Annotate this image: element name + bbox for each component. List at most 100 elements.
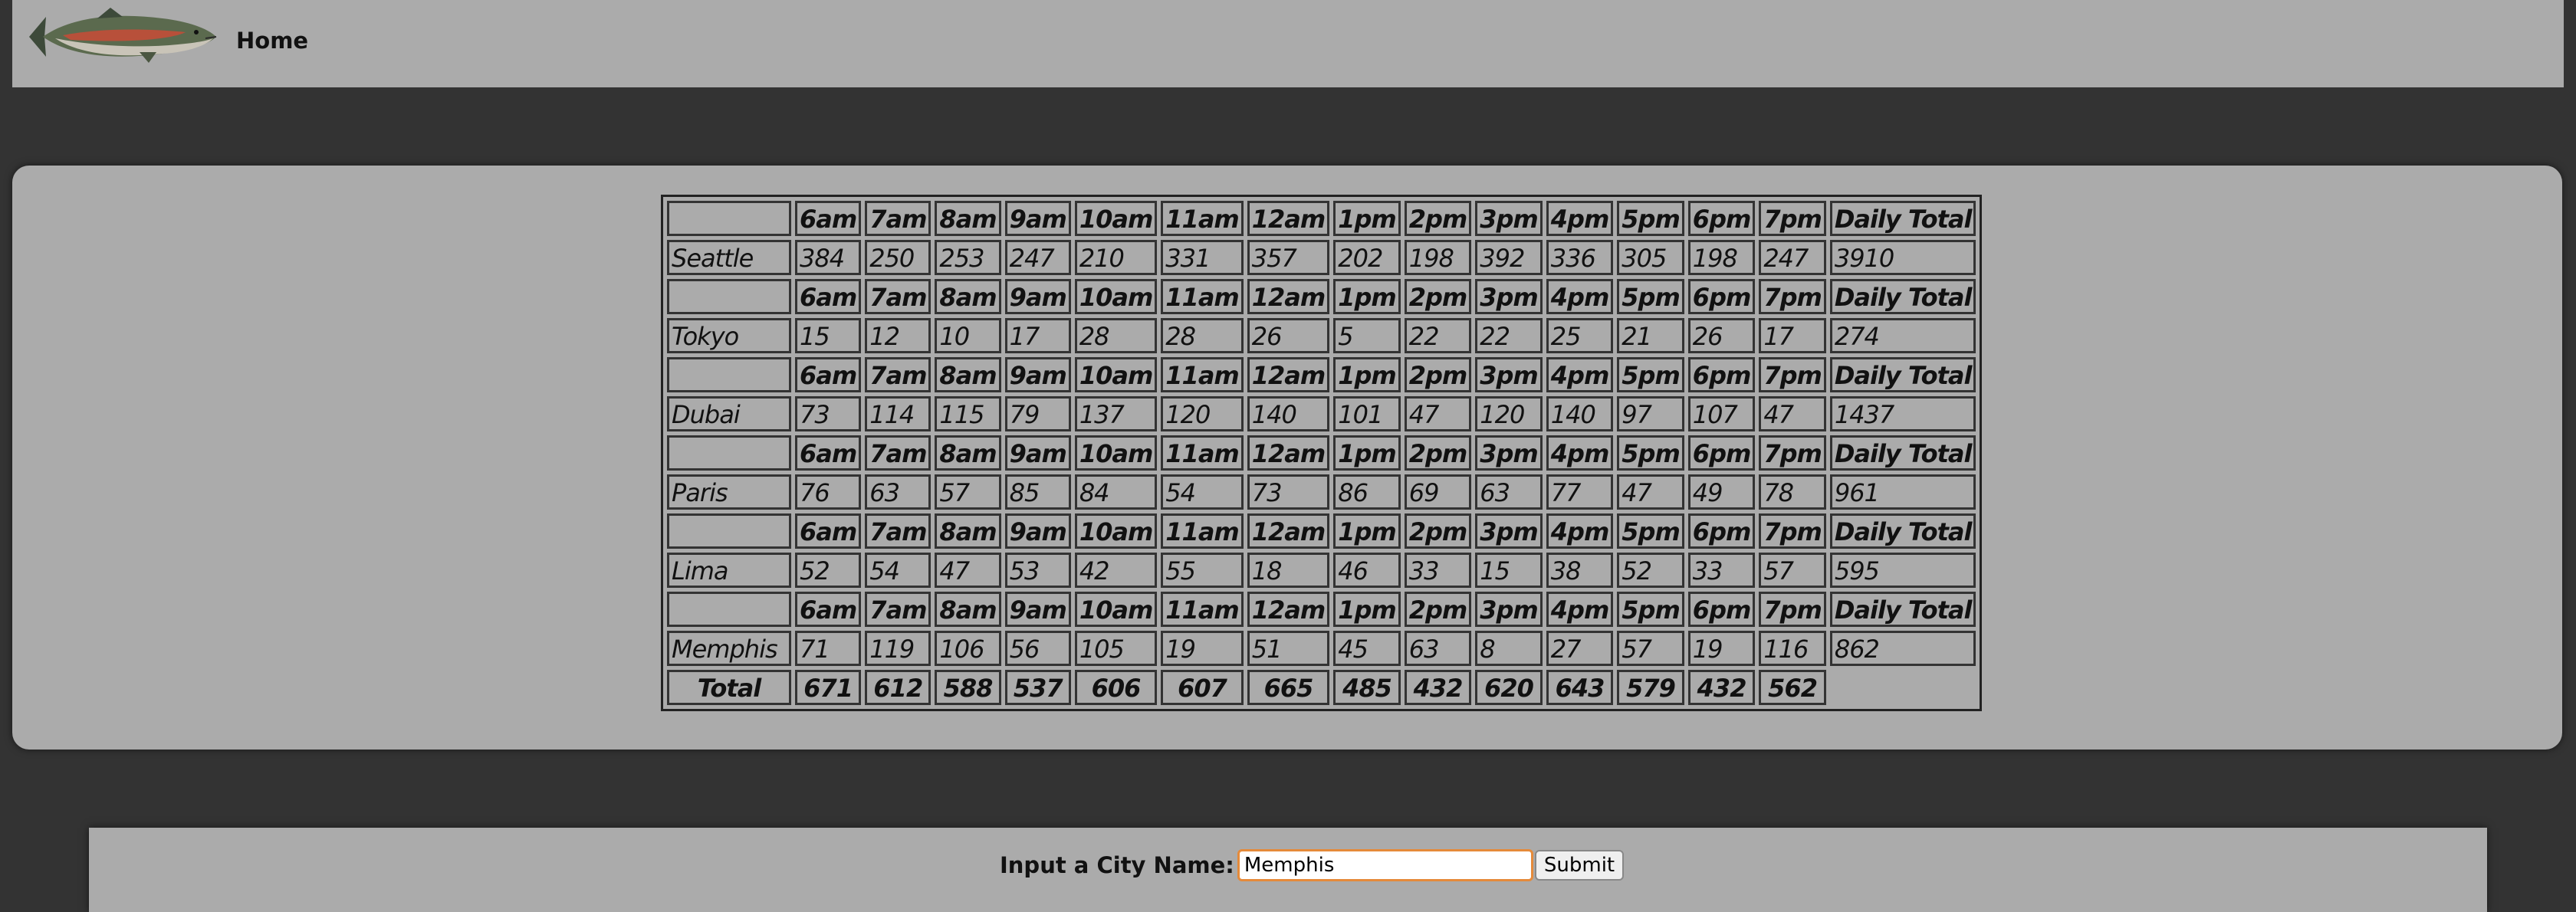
city-row: Memphis 71 119 106 56 105 19 51 45 63 8 27 57 19 116 86… <box>667 631 1976 666</box>
hourly-sales-cell: 198 <box>1687 240 1756 275</box>
city-daily-total-cell: 862 <box>1829 631 1976 666</box>
hourly-sales-cell: 57 <box>1759 553 1826 588</box>
hourly-sales-cell: 26 <box>1247 318 1330 353</box>
hourly-total-cell: 671 <box>795 670 862 705</box>
hour-header-cell: 9am <box>1004 513 1071 549</box>
hour-header-cell: 5pm <box>1617 201 1684 236</box>
hour-header-cell: 4pm <box>1546 201 1614 236</box>
city-name-input[interactable] <box>1237 849 1533 881</box>
hourly-sales-cell: 27 <box>1546 631 1614 666</box>
header-blank-cell <box>667 592 791 627</box>
hourly-total-cell: 485 <box>1333 670 1401 705</box>
hourly-sales-cell: 26 <box>1687 318 1756 353</box>
hour-header-cell: 5pm <box>1617 513 1684 549</box>
hourly-sales-cell: 10 <box>935 318 1001 353</box>
hourly-sales-cell: 210 <box>1074 240 1158 275</box>
city-form: Input a City Name: Submit <box>1000 848 1625 883</box>
hour-header-cell: 12am <box>1247 279 1330 314</box>
daily-total-header-cell: Daily Total <box>1829 435 1976 471</box>
hour-header-cell: 6am <box>795 435 862 471</box>
hour-header-cell: 11am <box>1161 357 1244 392</box>
hourly-sales-cell: 119 <box>865 631 932 666</box>
hourly-sales-cell: 357 <box>1247 240 1330 275</box>
city-row: Seattle 384 250 253 247 210 331 357 202 198 392 336… <box>667 240 1976 275</box>
home-link[interactable]: Home <box>236 28 308 54</box>
hourly-sales-cell: 105 <box>1074 631 1158 666</box>
hourly-sales-cell: 56 <box>1004 631 1071 666</box>
hour-header-cell: 12am <box>1247 435 1330 471</box>
hourly-sales-cell: 384 <box>795 240 862 275</box>
hour-header-row: 6am 7am 8am 9am 10am 11am 12am 1pm 2pm 3pm 4pm 5pm 6… <box>667 357 1976 392</box>
hourly-total-cell: 665 <box>1247 670 1330 705</box>
hour-header-cell: 11am <box>1161 592 1244 627</box>
hour-header-cell: 6pm <box>1687 435 1756 471</box>
hour-header-row: 6am 7am 8am 9am 10am 11am 12am 1pm 2pm 3pm 4pm 5pm 6… <box>667 435 1976 471</box>
hour-header-cell: 7pm <box>1759 435 1826 471</box>
hourly-sales-cell: 28 <box>1074 318 1158 353</box>
hour-header-cell: 8am <box>935 201 1001 236</box>
hourly-sales-cell: 49 <box>1687 474 1756 510</box>
hour-header-cell: 6am <box>795 513 862 549</box>
hourly-sales-cell: 17 <box>1759 318 1826 353</box>
hour-header-cell: 5pm <box>1617 435 1684 471</box>
hourly-total-cell: 620 <box>1475 670 1543 705</box>
hour-header-cell: 8am <box>935 435 1001 471</box>
daily-total-header-cell: Daily Total <box>1829 357 1976 392</box>
hourly-sales-cell: 73 <box>1247 474 1330 510</box>
hourly-total-cell: 606 <box>1074 670 1158 705</box>
hourly-total-cell: 432 <box>1687 670 1756 705</box>
hour-header-cell: 4pm <box>1546 435 1614 471</box>
hourly-sales-cell: 79 <box>1004 396 1071 431</box>
header-blank-cell <box>667 435 791 471</box>
hour-header-cell: 12am <box>1247 201 1330 236</box>
hourly-sales-cell: 140 <box>1247 396 1330 431</box>
hour-header-cell: 3pm <box>1475 279 1543 314</box>
hour-header-row: 6am 7am 8am 9am 10am 11am 12am 1pm 2pm 3pm 4pm 5pm 6… <box>667 592 1976 627</box>
hourly-sales-cell: 55 <box>1161 553 1244 588</box>
hour-header-cell: 7pm <box>1759 279 1826 314</box>
city-name-cell: Paris <box>667 474 791 510</box>
hourly-sales-cell: 198 <box>1404 240 1472 275</box>
hourly-sales-cell: 63 <box>865 474 932 510</box>
hourly-sales-cell: 336 <box>1546 240 1614 275</box>
hour-header-cell: 2pm <box>1404 592 1472 627</box>
hour-header-cell: 7am <box>865 279 932 314</box>
hourly-sales-cell: 331 <box>1161 240 1244 275</box>
hour-header-cell: 10am <box>1074 592 1158 627</box>
hourly-sales-cell: 71 <box>795 631 862 666</box>
totals-label-cell: Total <box>667 670 791 705</box>
hourly-sales-cell: 78 <box>1759 474 1826 510</box>
header-blank-cell <box>667 513 791 549</box>
hourly-sales-cell: 76 <box>795 474 862 510</box>
hour-header-cell: 1pm <box>1333 513 1401 549</box>
hourly-sales-cell: 73 <box>795 396 862 431</box>
daily-total-header-cell: Daily Total <box>1829 279 1976 314</box>
city-row: Lima 52 54 47 53 42 55 18 46 33 15 38 52 33 57 595 <box>667 553 1976 588</box>
hourly-total-cell: 537 <box>1004 670 1071 705</box>
hourly-sales-cell: 69 <box>1404 474 1472 510</box>
hourly-sales-cell: 116 <box>1759 631 1826 666</box>
hourly-sales-cell: 47 <box>1404 396 1472 431</box>
hour-header-cell: 9am <box>1004 201 1071 236</box>
hour-header-cell: 1pm <box>1333 279 1401 314</box>
hourly-sales-cell: 202 <box>1333 240 1401 275</box>
hour-header-cell: 7pm <box>1759 357 1826 392</box>
submit-button[interactable]: Submit <box>1534 850 1625 881</box>
hourly-sales-cell: 19 <box>1687 631 1756 666</box>
hour-header-cell: 6pm <box>1687 279 1756 314</box>
hour-header-cell: 8am <box>935 279 1001 314</box>
hourly-sales-cell: 101 <box>1333 396 1401 431</box>
hour-header-cell: 11am <box>1161 201 1244 236</box>
city-form-bar: Input a City Name: Submit <box>89 828 2487 912</box>
hourly-sales-cell: 15 <box>795 318 862 353</box>
hourly-sales-cell: 42 <box>1074 553 1158 588</box>
hourly-sales-cell: 392 <box>1475 240 1543 275</box>
hour-header-cell: 4pm <box>1546 592 1614 627</box>
hourly-sales-cell: 250 <box>865 240 932 275</box>
hourly-sales-cell: 17 <box>1004 318 1071 353</box>
hour-header-cell: 2pm <box>1404 279 1472 314</box>
hourly-total-cell: 643 <box>1546 670 1614 705</box>
daily-total-header-cell: Daily Total <box>1829 592 1976 627</box>
hour-header-cell: 9am <box>1004 435 1071 471</box>
hour-header-cell: 5pm <box>1617 357 1684 392</box>
